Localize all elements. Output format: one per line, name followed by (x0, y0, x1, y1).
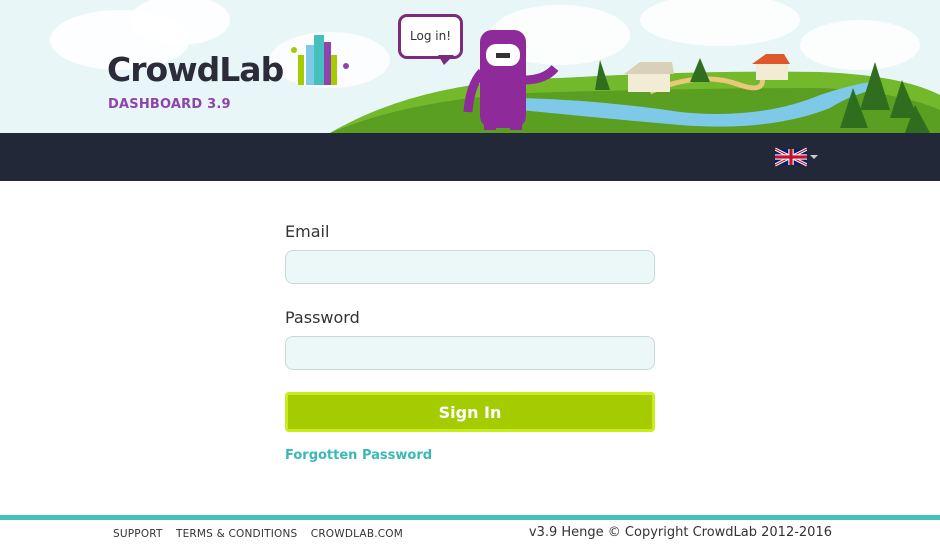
speech-bubble: Log in! (398, 14, 463, 59)
header-banner: CrowdLab DASHBOARD 3.9 Log in! (0, 0, 940, 133)
footer-link-crowdlab[interactable]: CROWDLAB.COM (311, 528, 403, 540)
footer: SUPPORT TERMS & CONDITIONS CROWDLAB.COM … (0, 520, 940, 550)
email-field[interactable] (285, 250, 655, 284)
caret-down-icon[interactable] (810, 155, 818, 159)
copyright-text: v3.9 Henge © Copyright CrowdLab 2012-201… (528, 525, 832, 540)
login-form: Email Password Sign In Forgotten Passwor… (285, 222, 655, 463)
sign-in-button[interactable]: Sign In (285, 392, 655, 432)
crowdlab-logo: CrowdLab (107, 50, 284, 89)
footer-link-terms[interactable]: TERMS & CONDITIONS (176, 528, 297, 540)
email-label: Email (285, 222, 330, 241)
dashboard-version: DASHBOARD 3.9 (108, 97, 231, 112)
footer-links: SUPPORT TERMS & CONDITIONS CROWDLAB.COM (113, 528, 413, 540)
uk-flag-icon[interactable] (775, 147, 807, 167)
speech-bubble-tail (438, 55, 454, 65)
footer-link-support[interactable]: SUPPORT (113, 528, 163, 540)
forgotten-password-link[interactable]: Forgotten Password (285, 448, 655, 463)
password-label: Password (285, 308, 360, 327)
password-field[interactable] (285, 336, 655, 370)
